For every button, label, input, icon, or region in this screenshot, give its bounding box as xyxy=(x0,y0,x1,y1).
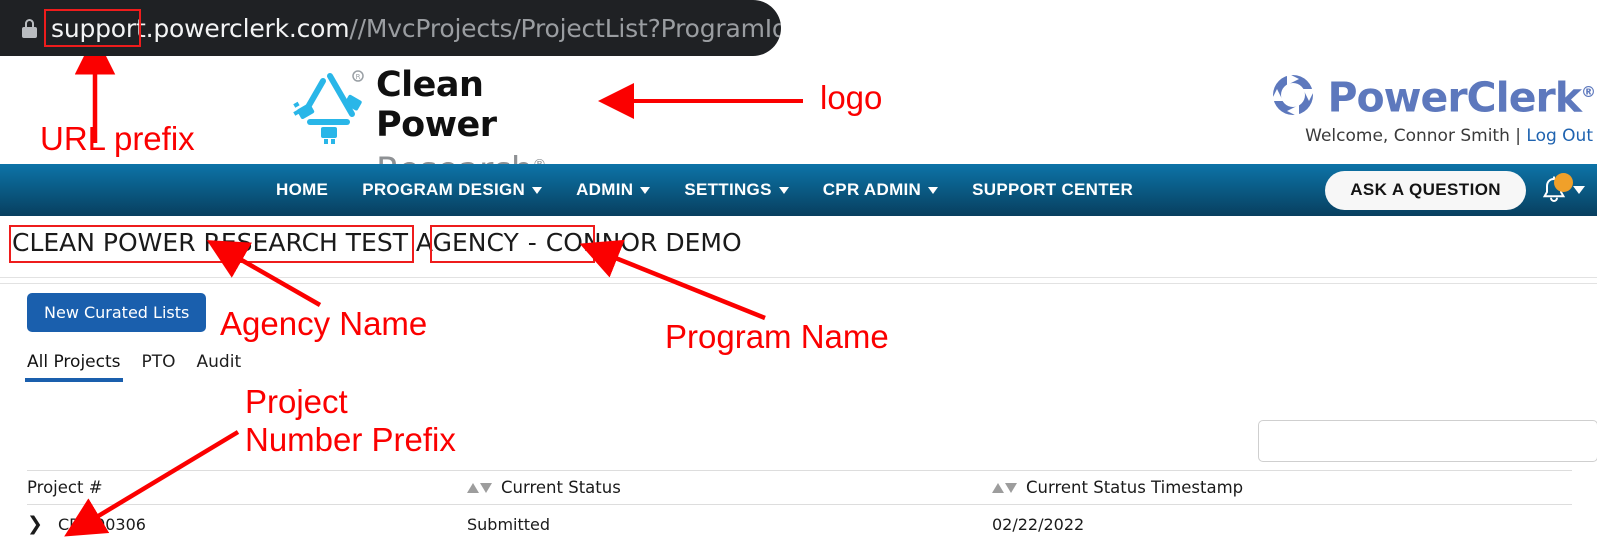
divider-top xyxy=(0,277,1597,278)
column-header-current-status-timestamp[interactable]: Current Status Timestamp xyxy=(992,478,1552,497)
cell-current-status-timestamp: 02/22/2022 xyxy=(992,515,1552,534)
nav-label: ADMIN xyxy=(576,180,634,199)
powerclerk-wordmark: PowerClerk® xyxy=(1327,73,1596,122)
nav-item-support-center[interactable]: SUPPORT CENTER xyxy=(972,180,1133,200)
welcome-bar: Welcome, Connor Smith | Log Out xyxy=(1305,126,1593,146)
sort-ascending-icon xyxy=(467,482,479,493)
project-tabs: All Projects PTO Audit xyxy=(25,352,242,382)
column-label: Current Status Timestamp xyxy=(1026,478,1244,497)
clean-power-research-logo[interactable]: R Clean Power Research® xyxy=(290,65,600,191)
nav-label: PROGRAM DESIGN xyxy=(362,180,526,199)
column-label: Current Status xyxy=(501,478,621,497)
cell-current-status: Submitted xyxy=(467,515,992,534)
url-path: //MvcProjects/ProjectList?ProgramId=ZEZ0… xyxy=(349,13,781,43)
lock-icon xyxy=(22,18,37,38)
annotation-label-logo: logo xyxy=(820,79,883,116)
powerclerk-logo[interactable]: PowerClerk® xyxy=(1269,70,1596,122)
recycle-plug-icon: R xyxy=(293,70,364,144)
url-host: support.powerclerk.com xyxy=(51,13,350,43)
divider-bottom xyxy=(0,283,1597,284)
circular-arrows-icon xyxy=(1271,72,1316,117)
arrow-program-name xyxy=(579,239,766,321)
cpr-logo-line1: Clean Power xyxy=(376,65,497,145)
url-text: support.powerclerk.com//MvcProjects/Proj… xyxy=(51,14,781,43)
annotation-label-program-name: Program Name xyxy=(665,318,889,355)
project-number-value: CPR-00306 xyxy=(58,515,146,534)
column-header-project-number[interactable]: Project # xyxy=(27,478,467,497)
logout-link[interactable]: Log Out xyxy=(1526,126,1593,146)
cell-project-number: ❯ CPR-00306 xyxy=(27,515,467,535)
welcome-text: Welcome, Connor Smith xyxy=(1305,126,1510,146)
annotation-box-program-name xyxy=(430,225,595,263)
table-row[interactable]: ❯ CPR-00306 Submitted 02/22/2022 xyxy=(27,505,1572,544)
nav-item-settings[interactable]: SETTINGS xyxy=(684,180,789,200)
sort-descending-icon xyxy=(480,482,492,493)
sort-icon[interactable] xyxy=(992,482,1017,493)
screenshot-root: R Clean Power Research® xyxy=(0,0,1597,544)
chevron-down-icon xyxy=(778,186,789,194)
column-label: Project # xyxy=(27,478,103,497)
search-input[interactable] xyxy=(1258,420,1597,462)
projects-table: Project # Current Status Current Status … xyxy=(27,470,1572,544)
nav-item-cpr-admin[interactable]: CPR ADMIN xyxy=(822,180,939,200)
chevron-down-icon xyxy=(640,186,651,194)
nav-item-program-design[interactable]: PROGRAM DESIGN xyxy=(362,180,543,200)
tab-pto[interactable]: PTO xyxy=(142,352,176,382)
ask-a-question-button[interactable]: ASK A QUESTION xyxy=(1325,170,1526,210)
nav-items: HOME PROGRAM DESIGN ADMIN SETTINGS CPR A… xyxy=(276,180,1167,200)
new-curated-lists-button[interactable]: New Curated Lists xyxy=(27,293,207,332)
browser-url-bar[interactable]: support.powerclerk.com//MvcProjects/Proj… xyxy=(0,0,781,56)
notifications-control[interactable] xyxy=(1540,173,1585,205)
annotation-label-project-number-prefix-line1: Project xyxy=(245,383,348,420)
chevron-down-icon xyxy=(532,186,543,194)
powerclerk-registered: ® xyxy=(1581,83,1596,101)
current-status-value: Submitted xyxy=(467,515,551,534)
table-header-row: Project # Current Status Current Status … xyxy=(27,470,1572,505)
sort-icon[interactable] xyxy=(467,482,492,493)
arrow-agency-name xyxy=(206,240,322,307)
annotation-label-url-prefix: URL prefix xyxy=(40,120,195,157)
nav-label: CPR ADMIN xyxy=(822,180,922,199)
site-header: R Clean Power Research® xyxy=(0,56,1597,191)
column-header-current-status[interactable]: Current Status xyxy=(467,478,992,497)
sort-ascending-icon xyxy=(992,482,1004,493)
welcome-separator: | xyxy=(1515,126,1521,146)
nav-label: SETTINGS xyxy=(684,180,772,199)
nav-label: HOME xyxy=(276,180,329,199)
svg-text:R: R xyxy=(356,73,361,81)
timestamp-value: 02/22/2022 xyxy=(992,515,1085,534)
chevron-down-icon xyxy=(1573,186,1585,194)
nav-label: SUPPORT CENTER xyxy=(972,180,1134,199)
row-expand-chevron-icon[interactable]: ❯ xyxy=(27,515,45,534)
sort-descending-icon xyxy=(1005,482,1017,493)
tab-audit[interactable]: Audit xyxy=(197,352,242,382)
annotation-label-agency-name: Agency Name xyxy=(220,305,428,342)
annotation-box-agency-name xyxy=(9,225,414,263)
notification-badge xyxy=(1554,173,1573,192)
tab-all-projects[interactable]: All Projects xyxy=(25,352,122,382)
chevron-down-icon xyxy=(928,186,939,194)
navbar-right: ASK A QUESTION xyxy=(1325,170,1585,210)
nav-item-admin[interactable]: ADMIN xyxy=(576,180,651,200)
annotation-label-project-number-prefix-line2: Number Prefix xyxy=(245,421,456,458)
nav-item-home[interactable]: HOME xyxy=(276,180,328,200)
main-navbar: HOME PROGRAM DESIGN ADMIN SETTINGS CPR A… xyxy=(0,164,1597,216)
